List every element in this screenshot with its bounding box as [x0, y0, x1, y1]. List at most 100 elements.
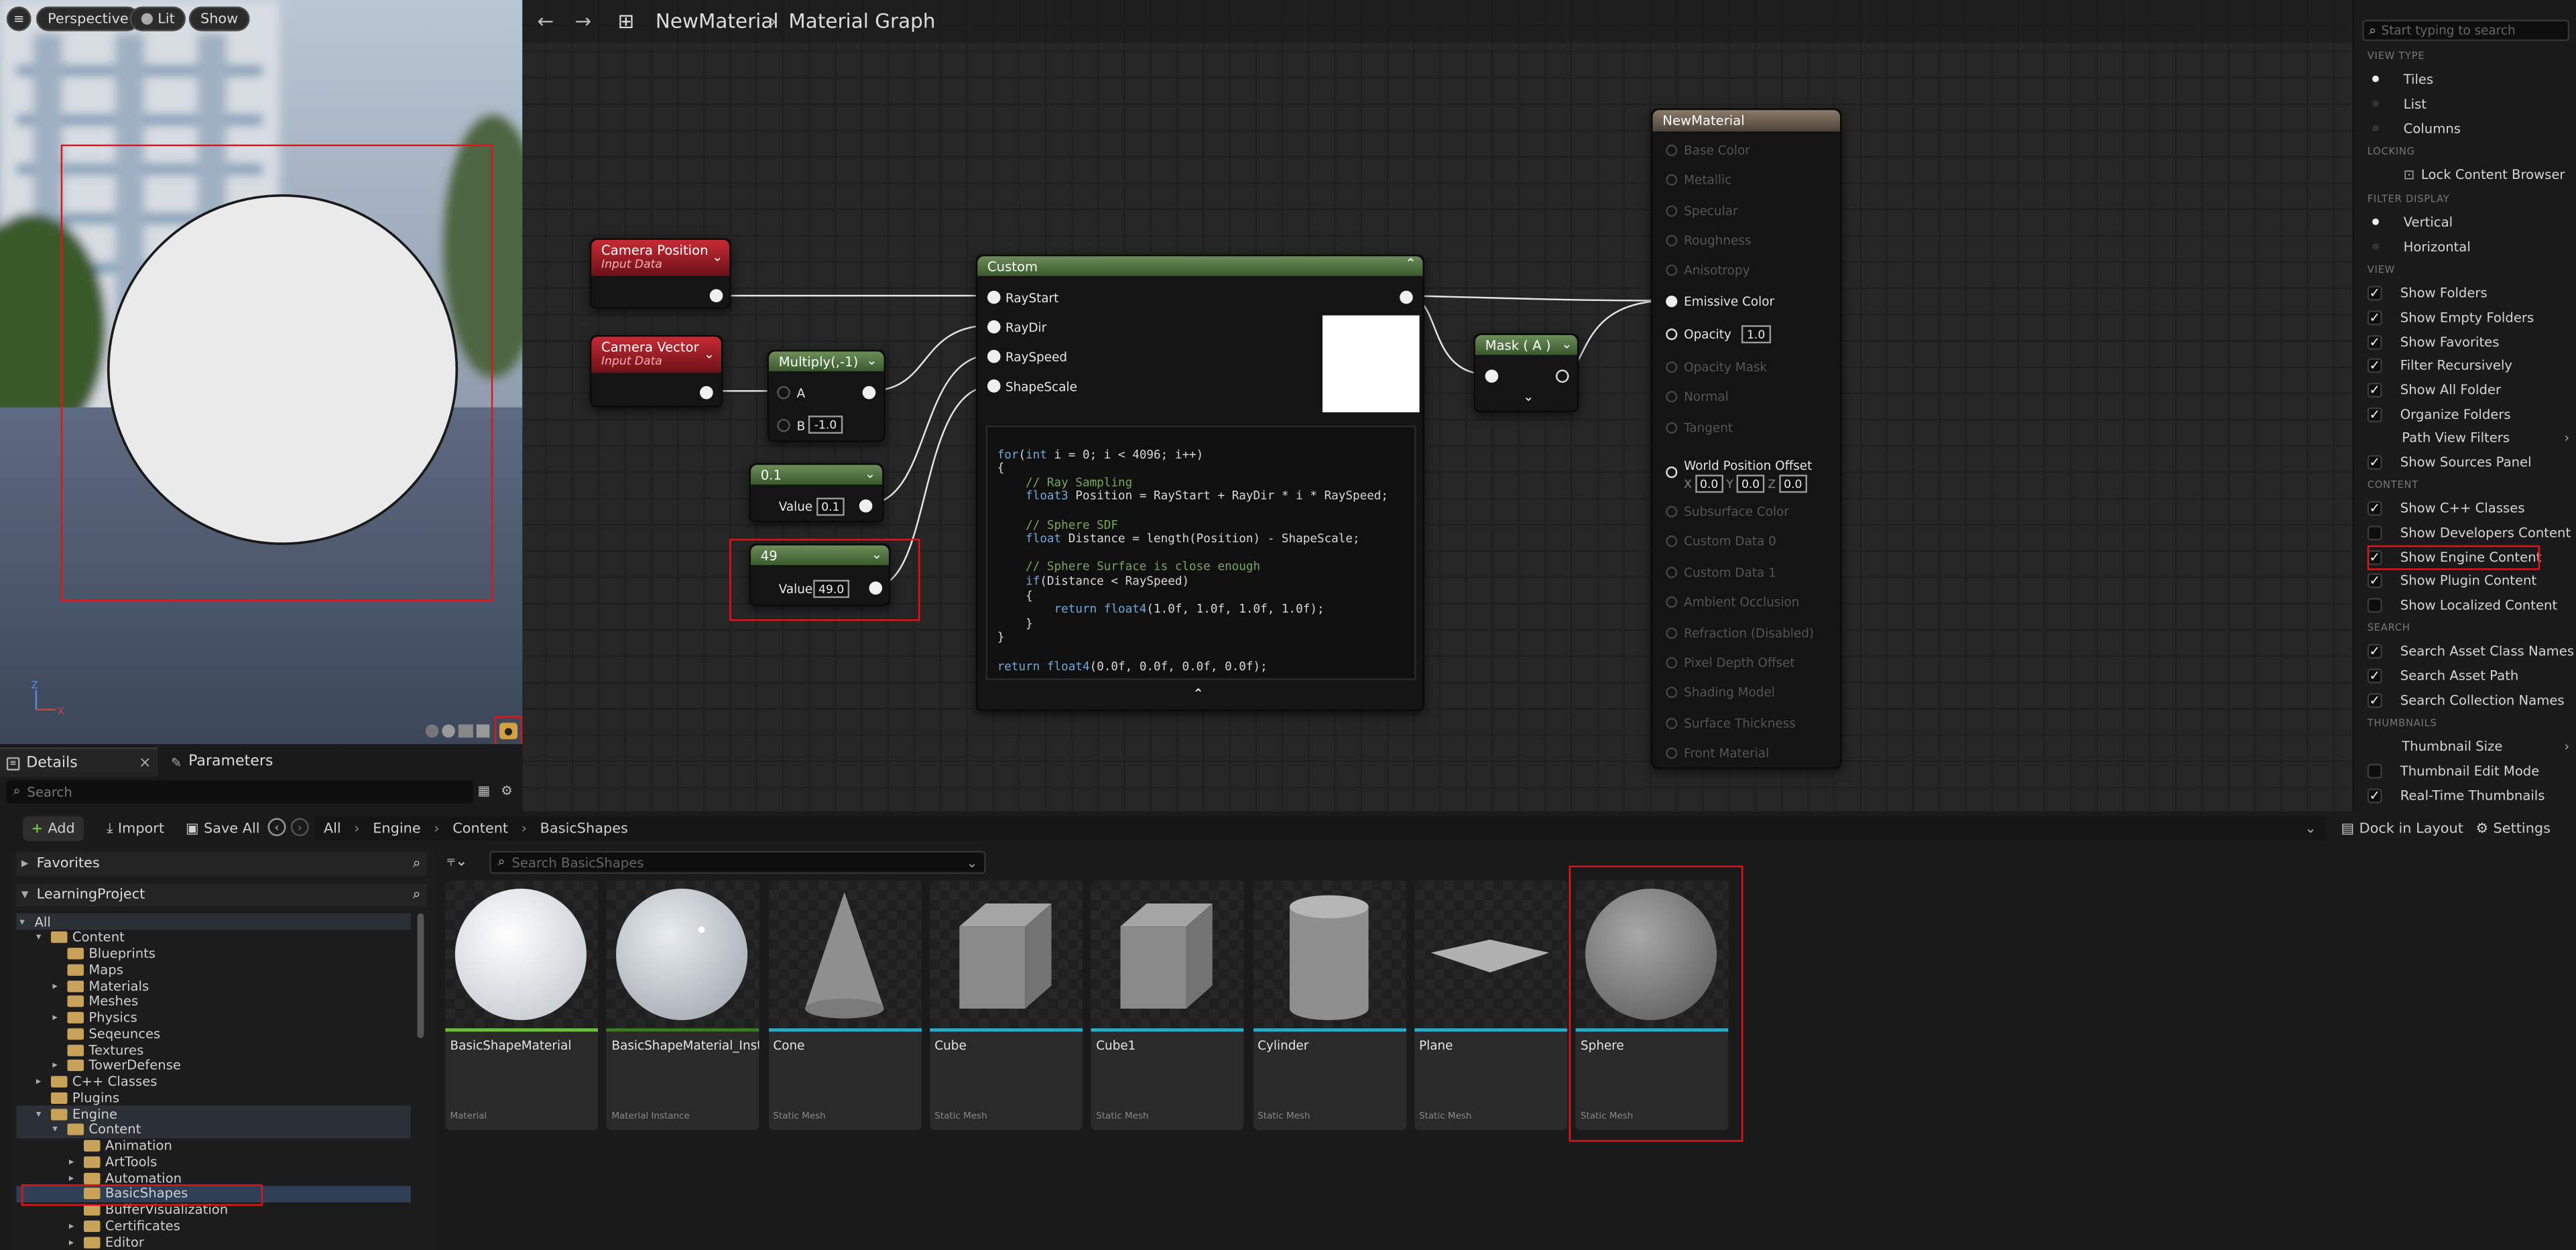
chevron-down-icon[interactable]: ▾ [36, 1108, 51, 1119]
row-opacity[interactable]: Opacity 1.0 [1666, 325, 1771, 344]
expand-chevron-icon[interactable]: ⌃ [1192, 686, 1203, 701]
wpo-x-value[interactable]: 0.0 [1695, 475, 1723, 493]
material-graph-canvas[interactable]: ← → ⊞ NewMaterial › Material Graph Camer… [522, 0, 2353, 812]
output-pin[interactable] [700, 385, 713, 399]
favorites-section[interactable]: ▸ Favorites ⌕ [16, 853, 428, 876]
asset-tile[interactable]: Cylinder Static Mesh [1252, 880, 1406, 1131]
tree-item-automation[interactable]: ▸ Automation [17, 1170, 411, 1186]
tree-item-content[interactable]: ▾ Content [17, 930, 411, 946]
input-pin-rayspeed[interactable] [987, 350, 1001, 363]
chevron-right-icon[interactable]: ▸ [36, 1076, 51, 1087]
tree-item-basicshapes[interactable]: BasicShapes [16, 1185, 411, 1202]
node-constant-49[interactable]: 49 ⌄ Value 49.0 [749, 544, 891, 607]
chevron-right-icon[interactable]: ▸ [69, 1172, 84, 1184]
tree-item-textures[interactable]: Textures [17, 1042, 411, 1058]
input-pin-raydir[interactable] [987, 320, 1001, 334]
tree-item-editor[interactable]: ▸ Editor [17, 1234, 411, 1250]
chevron-down-icon[interactable]: ⌄ [967, 855, 977, 870]
expand-chevron-icon[interactable]: ⌄ [1523, 389, 1534, 404]
node-new-material[interactable]: NewMaterial Base Color Metallic Specular… [1651, 108, 1842, 769]
search-asset-path-toggle[interactable]: ✓ Search Asset Path [2367, 664, 2576, 686]
settings-search-input[interactable]: ⌕ Start typing to search [2362, 19, 2570, 42]
search-icon[interactable]: ⌕ [413, 887, 421, 903]
asset-tile[interactable]: BasicShapeMaterial Material [445, 880, 599, 1131]
tree-item-certificates[interactable]: ▸ Certificates [17, 1218, 411, 1235]
node-multiply[interactable]: Multiply(,-1) ⌄ A B -1.0 [767, 350, 886, 442]
show-engine-content-toggle[interactable]: ✓ Show Engine Content [2367, 546, 2576, 568]
collapse-chevron-icon[interactable]: ⌄ [1561, 336, 1572, 351]
asset-tile[interactable]: Plane Static Mesh [1414, 880, 1567, 1131]
asset-tile[interactable]: Sphere Static Mesh [1575, 880, 1729, 1131]
grid-view-icon[interactable]: ▦ [477, 784, 491, 798]
show-folders-toggle[interactable]: ✓ Show Folders [2367, 281, 2576, 304]
asset-tile[interactable]: BasicShapeMaterial_Inst Material Instance [607, 880, 760, 1131]
realtime-thumbnails-toggle[interactable]: ✓ Real-Time Thumbnails [2367, 784, 2576, 806]
tree-item-towerdefense[interactable]: ▸ TowerDefense [17, 1058, 411, 1074]
view-type-list[interactable]: List [2368, 92, 2576, 115]
multiply-b-value[interactable]: -1.0 [808, 416, 843, 434]
path-content[interactable]: Content [452, 820, 508, 837]
input-pin-shapescale[interactable] [987, 379, 1001, 393]
thumbnail-edit-mode-toggle[interactable]: Thumbnail Edit Mode [2367, 759, 2576, 782]
history-back-icon[interactable]: ‹ [267, 818, 286, 836]
tree-item-buffervisualization[interactable]: BufferVisualization [17, 1202, 411, 1218]
tree-item-plugins[interactable]: Plugins [17, 1090, 411, 1107]
custom-code-box[interactable]: for(int i = 0; i < 4096; i++) { // Ray S… [985, 425, 1416, 680]
tree-item-all[interactable]: ▾ All [16, 913, 411, 930]
tree-item-content[interactable]: ▾ Content [16, 1121, 411, 1138]
settings-button[interactable]: ⚙ Settings [2467, 816, 2559, 841]
row-emissive-color[interactable]: Emissive Color [1666, 294, 1774, 309]
collapse-chevron-icon[interactable]: ⌄ [704, 347, 715, 361]
asset-tile[interactable]: Cube1 Static Mesh [1091, 880, 1244, 1131]
output-pin[interactable] [1555, 369, 1569, 383]
output-pin[interactable] [869, 581, 883, 595]
tree-item-materials[interactable]: ▸ Materials [17, 977, 411, 994]
wpo-y-value[interactable]: 0.0 [1736, 475, 1765, 493]
node-camera-vector[interactable]: Camera Vector Input Data ⌄ [589, 334, 723, 408]
chevron-right-icon[interactable]: ▸ [69, 1236, 84, 1247]
gear-icon[interactable]: ⚙ [499, 784, 514, 798]
lit-button[interactable]: Lit [129, 6, 187, 32]
project-section[interactable]: ▾ LearningProject ⌕ [16, 883, 428, 907]
asset-tile[interactable]: Cube Static Mesh [929, 880, 1083, 1131]
tree-item-arttools[interactable]: ▸ ArtTools [17, 1153, 411, 1170]
node-mask[interactable]: Mask ( A ) ⌄ ⌄ [1473, 333, 1579, 413]
path-engine[interactable]: Engine [373, 820, 420, 837]
dock-in-layout-button[interactable]: ▤ Dock in Layout [2333, 816, 2471, 841]
add-button[interactable]: + Add [23, 816, 83, 841]
teapot-preview-icon[interactable]: ● [499, 723, 518, 739]
row-world-position-offset[interactable]: World Position Offset X 0.0 Y 0.0 Z 0.0 [1666, 458, 1812, 493]
show-localized-content-toggle[interactable]: Show Localized Content [2367, 593, 2576, 616]
show-favorites-toggle[interactable]: ✓ Show Favorites [2367, 330, 2576, 353]
filter-recursively-toggle[interactable]: ✓ Filter Recursively [2367, 353, 2576, 376]
chevron-right-icon[interactable]: ▸ [69, 1156, 84, 1168]
show-empty-folders-toggle[interactable]: ✓ Show Empty Folders [2367, 306, 2576, 328]
filter-display-horizontal[interactable]: Horizontal [2368, 235, 2576, 257]
tree-item-maps[interactable]: Maps [17, 961, 411, 978]
search-icon[interactable]: ⌕ [413, 856, 421, 873]
opacity-value[interactable]: 1.0 [1741, 325, 1771, 344]
filter-display-vertical[interactable]: Vertical [2368, 210, 2576, 233]
organize-folders-toggle[interactable]: ✓ Organize Folders [2367, 402, 2576, 425]
save-all-button[interactable]: ▣ Save All [178, 816, 268, 841]
import-button[interactable]: ⤓ Import [99, 816, 172, 841]
path-view-filters-submenu[interactable]: Path View Filters › [2368, 426, 2576, 448]
show-cpp-classes-toggle[interactable]: ✓ Show C++ Classes [2367, 496, 2576, 519]
chevron-right-icon[interactable]: ▸ [52, 1012, 67, 1023]
tree-item-animation[interactable]: Animation [17, 1137, 411, 1154]
show-developers-content-toggle[interactable]: Show Developers Content [2367, 521, 2576, 544]
show-button[interactable]: Show [188, 6, 250, 32]
history-forward-icon[interactable]: › [290, 818, 309, 836]
thumbnail-size-submenu[interactable]: Thumbnail Size › [2368, 735, 2576, 757]
tree-item-engine[interactable]: ▾ Engine [16, 1105, 411, 1122]
chevron-down-icon[interactable]: ▾ [36, 932, 51, 943]
chevron-right-icon[interactable]: ▸ [69, 1220, 84, 1231]
details-search[interactable]: ⌕ Search [6, 780, 473, 804]
input-pin-a[interactable] [777, 385, 790, 399]
collapse-chevron-icon[interactable]: ⌄ [866, 353, 877, 368]
show-all-folder-toggle[interactable]: ✓ Show All Folder [2367, 378, 2576, 401]
path-all[interactable]: All [324, 820, 341, 837]
input-pin[interactable] [1485, 369, 1499, 383]
hamburger-icon[interactable]: ≡ [6, 6, 32, 32]
output-pin[interactable] [859, 499, 873, 513]
